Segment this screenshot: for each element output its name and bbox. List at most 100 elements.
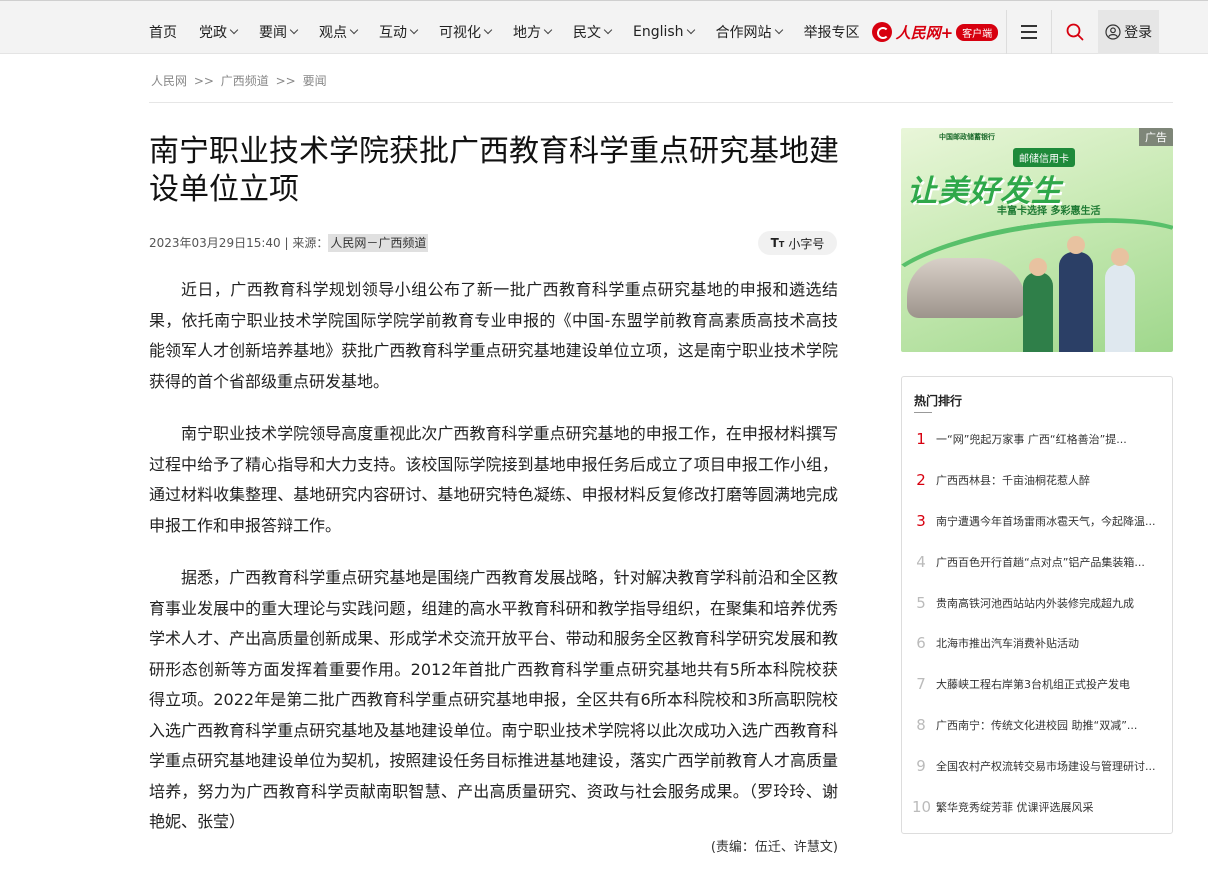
nav-item-partners[interactable]: 合作网站	[705, 10, 793, 54]
ranking-item[interactable]: 7 大藤峡工程右岸第3台机组正式投产发电	[912, 664, 1164, 705]
nav-item-label: 地方	[513, 25, 541, 41]
rank-headline[interactable]: 广西百色开行首趟“点对点”铝产品集装箱...	[936, 554, 1160, 570]
publish-date: 2023年03月29日15:40	[149, 236, 281, 250]
nav-item-label: 可视化	[439, 25, 481, 41]
ad-person-head	[1029, 258, 1047, 276]
rank-headline[interactable]: 繁华竞秀绽芳菲 优课评选展风采	[936, 799, 1160, 815]
ad-person-head	[1111, 248, 1129, 266]
nav-item-label: 合作网站	[715, 25, 772, 41]
rank-number: 9	[916, 756, 926, 775]
login-button[interactable]: 登录	[1098, 10, 1160, 54]
menu-icon	[1021, 37, 1038, 39]
rank-headline[interactable]: 贵南高铁河池西站站内外装修完成超九成	[936, 595, 1160, 611]
rank-number: 7	[916, 675, 926, 694]
breadcrumb: 人民网 >> 广西频道 >> 要闻	[151, 72, 327, 89]
ranking-title: 热门排行	[914, 394, 963, 408]
rank-number: 3	[916, 511, 926, 530]
menu-button[interactable]	[1007, 10, 1051, 54]
rank-number: 4	[916, 552, 926, 571]
ad-person-graphic	[1023, 272, 1053, 352]
rank-headline[interactable]: 全国农村产权流转交易市场建设与管理研讨...	[936, 758, 1160, 774]
nav-item-visual[interactable]: 可视化	[428, 10, 502, 54]
hot-ranking-panel: 热门排行 1 一“网”兜起万家事 广西“红格善治”提... 2 广西西林县：千亩油桐…	[901, 376, 1173, 834]
article-paragraph: 近日，广西教育科学规划领导小组公布了新一批广西教育科学重点研究基地的申报和遴选结…	[149, 280, 838, 391]
rank-headline[interactable]: 广西西林县：千亩油桐花惹人醉	[936, 472, 1160, 488]
user-icon	[1105, 24, 1121, 40]
breadcrumb-separator: >>	[275, 74, 296, 88]
article-title: 南宁职业技术学院获批广西教育科学重点研究基地建设单位立项	[149, 134, 839, 207]
rank-number: 8	[916, 715, 926, 734]
nav-item-label: 观点	[319, 25, 347, 41]
chevron-down-icon	[774, 25, 783, 35]
ad-tagline: 丰富卡选择 多彩惠生活	[997, 206, 1101, 217]
search-button[interactable]	[1052, 10, 1098, 54]
article-body: 近日，广西教育科学规划领导小组公布了新一批广西教育科学重点研究基地的申报和遴选结…	[149, 275, 838, 848]
nav-item-english[interactable]: English	[622, 10, 705, 54]
chevron-down-icon	[543, 25, 553, 35]
article-meta: 2023年03月29日15:40 | 来源： 人民网－广西频道	[149, 234, 429, 252]
nav-item-interactive[interactable]: 互动	[368, 10, 428, 54]
ranking-item[interactable]: 2 广西西林县：千亩油桐花惹人醉	[912, 460, 1164, 501]
main-nav: 首页 党政 要闻 观点 互动 可视化 地方 民文 English 合作网站 举报…	[138, 10, 1160, 54]
nav-item-label: 党政	[199, 25, 227, 41]
rank-number: 6	[916, 634, 926, 653]
nav-item-label: 要闻	[259, 25, 287, 41]
ad-bank-name: 中国邮政储蓄银行	[939, 133, 995, 141]
ranking-item[interactable]: 6 北海市推出汽车消费补贴活动	[912, 623, 1164, 664]
ranking-item[interactable]: 10 繁华竞秀绽芳菲 优课评选展风采	[912, 786, 1164, 827]
rank-number: 5	[916, 593, 926, 612]
rank-headline[interactable]: 南宁遭遇今年首场雷雨冰雹天气，今起降温...	[936, 513, 1160, 529]
breadcrumb-channel[interactable]: 广西频道	[221, 74, 269, 88]
chevron-down-icon	[686, 25, 695, 35]
rank-headline[interactable]: 广西南宁：传统文化进校园 助推“双减”...	[936, 717, 1160, 733]
chevron-down-icon	[229, 25, 239, 35]
font-size-icon: TT	[770, 236, 785, 250]
nav-item-label: 首页	[149, 25, 177, 41]
nav-item-label: 民文	[573, 25, 601, 41]
article-source[interactable]: 人民网－广西频道	[328, 234, 429, 252]
advertisement-banner[interactable]: 中国邮政储蓄银行 邮储信用卡 让美好发生 丰富卡选择 多彩惠生活 广告	[901, 128, 1173, 352]
breadcrumb-separator: >>	[193, 74, 214, 88]
rank-headline[interactable]: 北海市推出汽车消费补贴活动	[936, 635, 1160, 651]
breadcrumb-section[interactable]: 要闻	[303, 74, 327, 88]
top-nav-bar: 首页 党政 要闻 观点 互动 可视化 地方 民文 English 合作网站 举报…	[0, 0, 1208, 54]
ranking-item[interactable]: 4 广西百色开行首趟“点对点”铝产品集装箱...	[912, 541, 1164, 582]
ad-label: 广告	[1139, 128, 1173, 146]
ranking-item[interactable]: 1 一“网”兜起万家事 广西“红格善治”提...	[912, 419, 1164, 460]
chevron-down-icon	[409, 25, 419, 35]
nav-item-minority[interactable]: 民文	[562, 10, 622, 54]
font-size-toggle[interactable]: TT 小字号	[758, 231, 837, 255]
nav-item-local[interactable]: 地方	[502, 10, 562, 54]
menu-icon	[1021, 31, 1038, 33]
ad-subtitle: 邮储信用卡	[1013, 148, 1075, 167]
rank-number: 10	[912, 797, 932, 816]
chevron-down-icon	[603, 25, 613, 35]
article-editor: (责编：伍迁、许慧文)	[710, 840, 838, 855]
article-paragraph: 南宁职业技术学院领导高度重视此次广西教育科学重点研究基地的申报工作，在申报材料撰…	[149, 424, 838, 535]
logo-text: 人民网+	[895, 23, 954, 42]
ad-person-graphic	[1105, 264, 1135, 352]
app-logo-link[interactable]: 人民网+ 客户端	[866, 10, 1007, 54]
ad-person-graphic	[1059, 252, 1093, 352]
nav-item-news[interactable]: 要闻	[248, 10, 308, 54]
nav-item-report[interactable]: 举报专区	[793, 10, 866, 54]
breadcrumb-home[interactable]: 人民网	[151, 74, 187, 88]
menu-icon	[1021, 25, 1038, 27]
rank-headline[interactable]: 大藤峡工程右岸第3台机组正式投产发电	[936, 676, 1160, 692]
ranking-item[interactable]: 9 全国农村产权流转交易市场建设与管理研讨...	[912, 745, 1164, 786]
rank-headline[interactable]: 一“网”兜起万家事 广西“红格善治”提...	[936, 431, 1160, 447]
people-logo-icon	[871, 22, 892, 42]
ranking-item[interactable]: 3 南宁遭遇今年首场雷雨冰雹天气，今起降温...	[912, 501, 1164, 542]
rank-number: 2	[916, 471, 926, 490]
nav-item-party[interactable]: 党政	[188, 10, 248, 54]
nav-item-label: 举报专区	[803, 25, 860, 41]
nav-item-home[interactable]: 首页	[138, 10, 188, 54]
client-badge: 客户端	[956, 23, 999, 41]
ranking-item[interactable]: 5 贵南高铁河池西站站内外装修完成超九成	[912, 582, 1164, 623]
source-prefix: | 来源：	[280, 236, 329, 250]
nav-item-label: 互动	[379, 25, 407, 41]
nav-item-opinion[interactable]: 观点	[308, 10, 368, 54]
chevron-down-icon	[289, 25, 299, 35]
ranking-item[interactable]: 8 广西南宁：传统文化进校园 助推“双减”...	[912, 705, 1164, 746]
search-icon	[1066, 23, 1084, 41]
